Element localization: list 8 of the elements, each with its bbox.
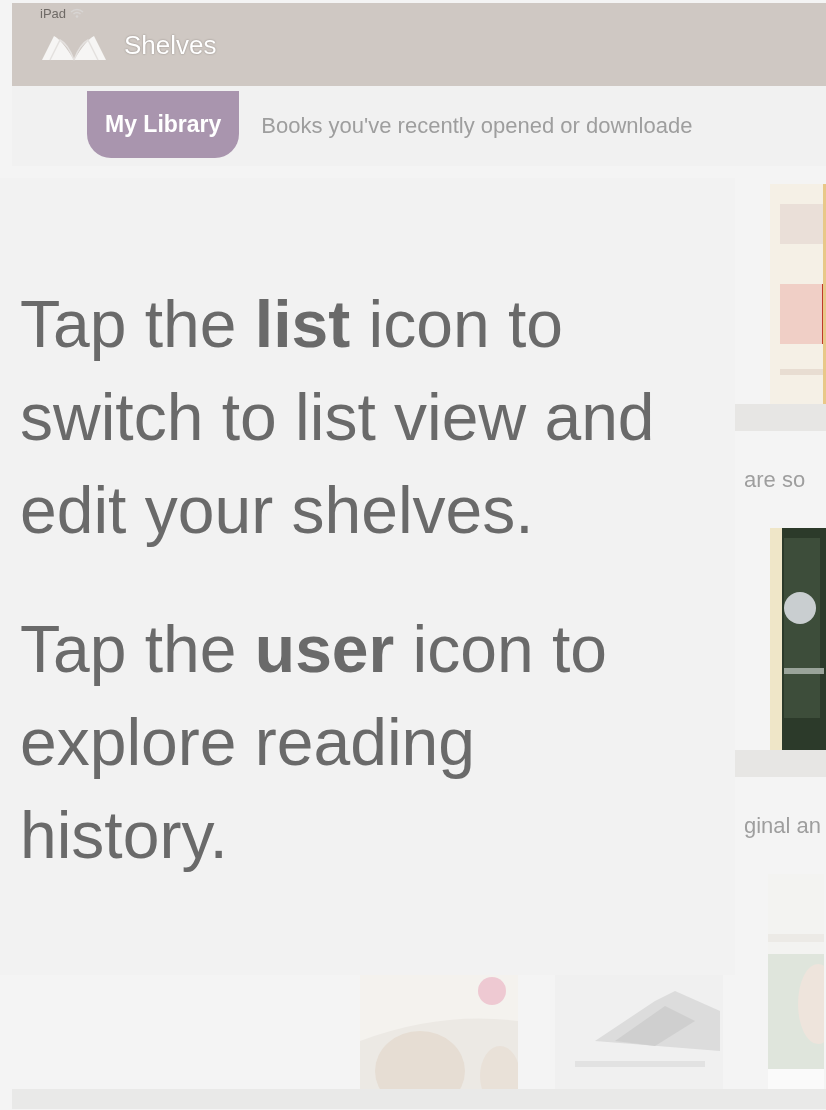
tutorial-text: Tap the user icon to explore reading history. [20,611,609,874]
device-name: iPad [40,5,67,21]
tutorial-text: Tap the list icon to switch to list view and edit your shelves. [20,286,656,549]
shelf-caption: are so [744,466,806,493]
tab-description: Books you've recently opened or downloade [261,113,693,139]
shelf-caption: ginal an [744,812,822,839]
app-title: Shelves [124,30,217,61]
library-tab[interactable]: My Library [87,90,240,158]
